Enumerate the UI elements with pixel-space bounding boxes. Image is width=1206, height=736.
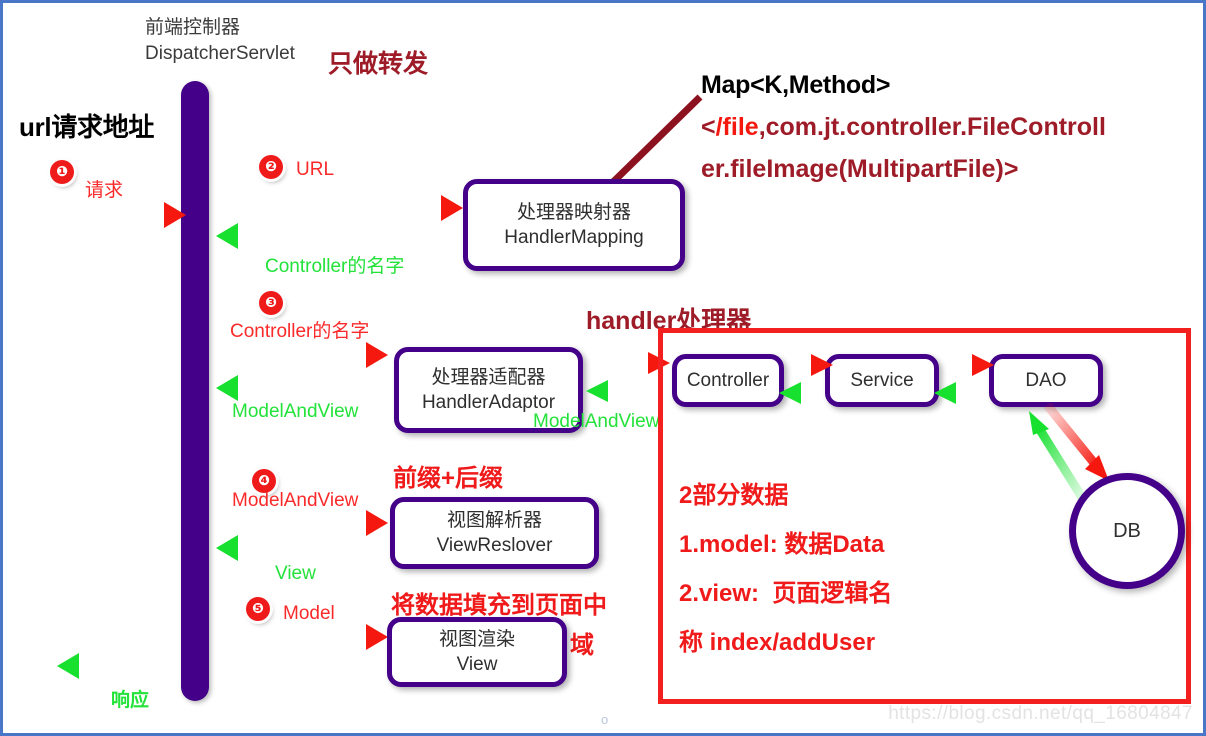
box-dao-label: DAO bbox=[1025, 370, 1067, 391]
annotation-fill-page-line2: 域 bbox=[570, 632, 594, 659]
box-controller: Controller bbox=[672, 354, 784, 407]
database-label: DB bbox=[1113, 519, 1141, 542]
box-handler-adaptor-label-cn: 处理器适配器 bbox=[431, 367, 546, 388]
step-label-3: Controller的名字 bbox=[230, 321, 370, 342]
box-view-render-label-cn: 视图渲染 bbox=[438, 629, 515, 650]
annotation-prefix-suffix: 前缀+后缀 bbox=[393, 465, 504, 492]
box-handler-mapping: 处理器映射器 HandlerMapping bbox=[463, 179, 685, 271]
label-modelandview-left: ModelAndView bbox=[232, 401, 359, 422]
page-artifact-marker: o bbox=[601, 712, 609, 727]
box-view-render: 视图渲染 View bbox=[387, 617, 567, 687]
panel-note-line4: 称 index/addUser bbox=[679, 629, 876, 656]
front-controller-title-cn: 前端控制器 bbox=[145, 17, 241, 38]
panel-note-line3: 2.view: 页面逻辑名 bbox=[679, 580, 893, 607]
box-view-resolver-label-cn: 视图解析器 bbox=[446, 510, 542, 531]
box-view-render-label-en: View bbox=[456, 654, 498, 675]
label-view-return: View bbox=[275, 563, 316, 584]
map-callout-line1: Map<K,Method> bbox=[701, 71, 891, 99]
step-circle-5: ❺ bbox=[246, 597, 270, 621]
step-label-1: 请求 bbox=[85, 180, 124, 201]
box-handler-mapping-label-en: HandlerMapping bbox=[504, 227, 644, 248]
step-label-5: Model bbox=[283, 603, 335, 624]
step-label-2: URL bbox=[296, 159, 335, 180]
map-callout-line2-rest: ,com.jt.controller.FileControll bbox=[758, 113, 1106, 141]
front-controller-title-en: DispatcherServlet bbox=[145, 43, 295, 64]
box-handler-mapping-label-cn: 处理器映射器 bbox=[516, 202, 631, 223]
step-circle-2: ❷ bbox=[259, 155, 283, 179]
label-controller-name-return: Controller的名字 bbox=[265, 256, 405, 277]
map-callout-line2: </file,com.jt.controller.FileControll bbox=[701, 113, 1171, 142]
database-circle: DB bbox=[1069, 473, 1185, 589]
step-circle-1: ❶ bbox=[50, 160, 74, 184]
step-circle-3: ❸ bbox=[259, 291, 283, 315]
label-modelandview-right: ModelAndView bbox=[533, 411, 660, 432]
box-service: Service bbox=[825, 354, 939, 407]
box-view-resolver: 视图解析器 ViewReslover bbox=[390, 497, 599, 569]
step-label-4: ModelAndView bbox=[232, 490, 359, 511]
annotation-fill-page-line1: 将数据填充到页面中 bbox=[391, 592, 607, 619]
map-callout-line2-highlight: /file bbox=[715, 113, 759, 141]
diagram-canvas: 前端控制器 DispatcherServlet 只做转发 url请求地址 Map… bbox=[0, 0, 1206, 736]
box-view-resolver-label-en: ViewReslover bbox=[436, 535, 553, 556]
panel-note-line2: 1.model: 数据Data bbox=[679, 531, 885, 558]
box-service-label: Service bbox=[850, 370, 914, 391]
watermark: https://blog.csdn.net/qq_16804847 bbox=[888, 703, 1193, 724]
dispatcher-servlet-bar bbox=[181, 81, 209, 701]
label-response: 响应 bbox=[111, 690, 150, 711]
forward-only-note: 只做转发 bbox=[328, 50, 429, 78]
url-request-heading: url请求地址 bbox=[19, 112, 155, 142]
panel-notes: 2部分数据 1.model: 数据Data 2.view: 页面逻辑名 称 in… bbox=[679, 475, 892, 657]
map-callout-line3: er.fileImage(MultipartFile)> bbox=[701, 155, 1019, 183]
box-dao: DAO bbox=[989, 354, 1103, 407]
map-callout: Map<K,Method> </file,com.jt.controller.F… bbox=[701, 71, 1171, 184]
map-callout-line2-prefix: < bbox=[701, 113, 716, 141]
panel-note-line1: 2部分数据 bbox=[679, 482, 789, 509]
box-controller-label: Controller bbox=[686, 370, 770, 391]
